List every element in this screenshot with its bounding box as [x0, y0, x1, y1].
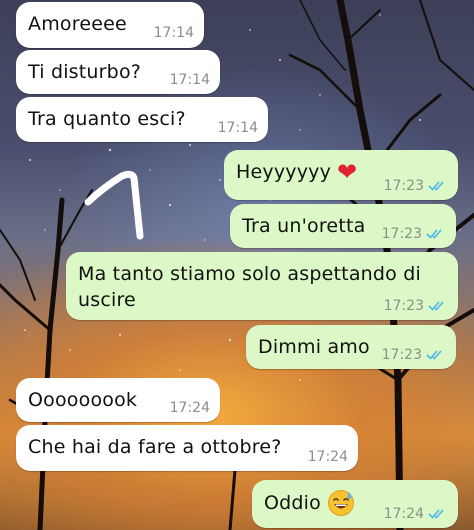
message-bubble-incoming[interactable]: Che hai da fare a ottobre? 17:24: [16, 425, 358, 471]
message-time: 17:14: [217, 120, 258, 136]
message-time: 17:24: [169, 400, 210, 416]
scribble-drawing: [84, 170, 144, 240]
message-bubble-outgoing[interactable]: Heyyyyyy ❤ 17:23: [224, 150, 458, 200]
grinning-sweat-emoji-icon: [327, 490, 354, 516]
message-bubble-outgoing[interactable]: Dimmi amo 17:23: [246, 325, 456, 369]
message-time: 17:23: [383, 178, 424, 194]
message-bubble-incoming[interactable]: Amoreeee 17:14: [16, 2, 204, 48]
message-time: 17:24: [307, 449, 348, 465]
message-time: 17:23: [383, 298, 424, 314]
message-bubble-outgoing[interactable]: Ma tanto stiamo solo aspettando di uscir…: [66, 252, 458, 320]
red-heart-emoji-icon: ❤: [337, 158, 358, 186]
message-bubble-outgoing[interactable]: Tra un'oretta 17:23: [230, 204, 456, 248]
read-receipt-icon: [428, 181, 444, 191]
message-time: 17:14: [169, 72, 210, 88]
message-bubble-incoming[interactable]: Tra quanto esci? 17:14: [16, 97, 268, 142]
message-bubble-outgoing[interactable]: Oddio 17:24: [252, 480, 458, 528]
message-bubble-incoming[interactable]: Ooooooook 17:24: [16, 378, 220, 422]
message-time: 17:23: [381, 226, 422, 242]
message-text: Oddio: [264, 492, 321, 514]
message-time: 17:23: [381, 347, 422, 363]
read-receipt-icon: [426, 350, 442, 360]
read-receipt-icon: [428, 509, 444, 519]
message-time: 17:14: [153, 25, 194, 41]
read-receipt-icon: [428, 301, 444, 311]
message-bubble-incoming[interactable]: Ti disturbo? 17:14: [16, 50, 220, 94]
message-time: 17:24: [383, 506, 424, 522]
message-text: Che hai da fare a ottobre?: [28, 436, 282, 458]
message-text: Heyyyyyy: [236, 161, 332, 183]
read-receipt-icon: [426, 229, 442, 239]
